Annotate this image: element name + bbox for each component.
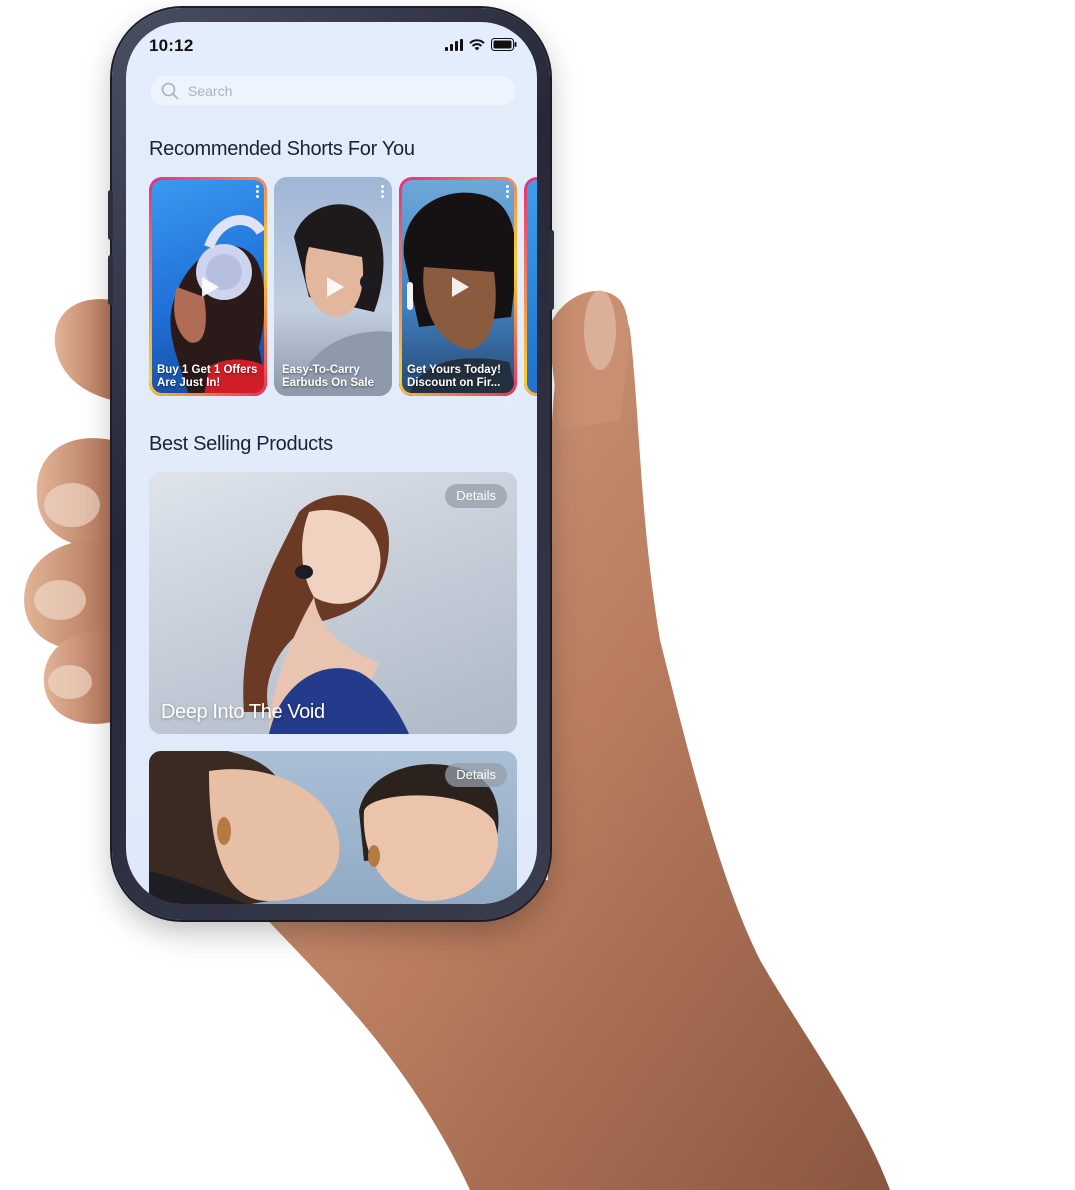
more-vertical-icon[interactable] <box>506 185 509 200</box>
short-caption: Buy 1 Get 1 Offers Are Just In! <box>157 364 261 390</box>
short-card[interactable]: Get Yours Today! Discount on Fir... <box>399 177 517 396</box>
details-button[interactable]: Details <box>445 484 507 508</box>
more-vertical-icon[interactable] <box>381 185 384 200</box>
section-title-shorts: Recommended Shorts For You <box>149 138 415 160</box>
status-time: 10:12 <box>149 36 194 55</box>
phone-screen: 10:12 Search Recommended Shorts For You … <box>126 22 537 904</box>
search-placeholder: Search <box>188 83 233 99</box>
short-caption-line1: Buy 1 Get 1 Offers <box>157 364 258 376</box>
short-caption: Easy-To-Carry Earbuds On Sale <box>282 364 386 390</box>
volume-button-2 <box>108 255 113 305</box>
section-title-best-selling: Best Selling Products <box>149 433 333 455</box>
short-card[interactable] <box>524 177 537 396</box>
wifi-icon <box>469 38 485 50</box>
short-caption-line1: Easy-To-Carry <box>282 364 360 376</box>
power-button <box>549 230 554 310</box>
status-icons <box>445 38 517 51</box>
product-card[interactable]: Details <box>149 751 517 904</box>
play-icon <box>202 276 219 297</box>
short-caption-line2: Earbuds On Sale <box>282 377 375 389</box>
story-ring <box>524 177 537 396</box>
volume-button <box>108 190 113 240</box>
short-card[interactable]: Easy-To-Carry Earbuds On Sale <box>274 177 392 396</box>
product-title: Deep Into The Void <box>161 701 325 723</box>
battery-icon <box>491 38 517 51</box>
play-icon <box>452 276 469 297</box>
short-caption-line2: Are Just In! <box>157 377 221 389</box>
status-bar: 10:12 <box>126 22 537 70</box>
play-icon <box>327 276 344 297</box>
search-bar[interactable]: Search <box>149 75 517 107</box>
product-card[interactable]: Details Deep Into The Void <box>149 472 517 734</box>
more-vertical-icon[interactable] <box>256 185 259 200</box>
short-caption: Get Yours Today! Discount on Fir... <box>407 364 511 390</box>
short-caption-line2: Discount on Fir... <box>407 377 501 389</box>
short-card[interactable]: Buy 1 Get 1 Offers Are Just In! <box>149 177 267 396</box>
signal-icon <box>445 38 463 51</box>
details-button[interactable]: Details <box>445 763 507 787</box>
search-icon <box>161 82 179 100</box>
short-caption-line1: Get Yours Today! <box>407 364 501 376</box>
product-image <box>243 495 409 734</box>
